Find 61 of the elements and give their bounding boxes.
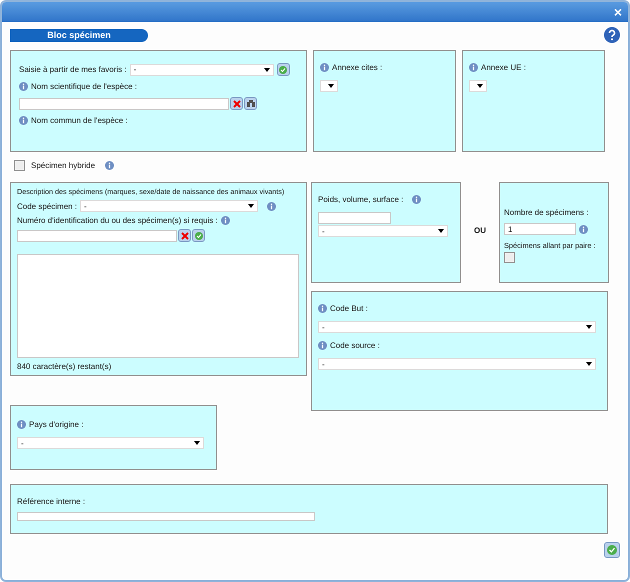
label: Nom scientifique de l'espèce : — [31, 82, 138, 91]
caret-icon — [477, 84, 483, 88]
info-icon — [412, 195, 422, 204]
info-icon — [220, 216, 230, 225]
info-icon — [19, 82, 28, 91]
scientific-name-field[interactable] — [19, 98, 229, 110]
info-icon — [19, 116, 28, 125]
label: Nombre de spécimens : — [504, 208, 590, 217]
caret-icon — [586, 362, 592, 366]
dropdown[interactable]: - — [130, 64, 274, 76]
dropdown[interactable]: - — [17, 437, 204, 449]
description-textarea[interactable] — [17, 254, 299, 358]
label: Code source : — [330, 341, 380, 350]
dropdown[interactable]: - — [80, 200, 258, 212]
dropdown[interactable]: - — [318, 358, 596, 370]
caret-icon — [248, 204, 254, 208]
apply-button[interactable] — [276, 63, 290, 76]
info-icon — [320, 63, 329, 72]
dropdown[interactable] — [320, 80, 338, 92]
quantity-field[interactable] — [318, 212, 391, 224]
label: Code spécimen : — [17, 202, 78, 210]
label: Annexe UE : — [481, 63, 526, 72]
info-icon — [318, 304, 327, 313]
add-button[interactable] — [192, 229, 205, 242]
label: Pays d'origine : — [29, 420, 84, 429]
caret-icon — [438, 229, 444, 233]
label: Saisie à partir de mes favoris : — [19, 65, 127, 74]
caret-icon — [586, 325, 592, 329]
label: Poids, volume, surface : — [318, 195, 404, 204]
info-icon — [579, 224, 588, 234]
checkbox[interactable] — [504, 252, 515, 263]
caret-icon — [264, 68, 270, 72]
info-icon — [469, 63, 478, 72]
info-icon — [267, 202, 276, 210]
binoculars-button[interactable] — [244, 97, 257, 110]
label: Spécimen hybride — [31, 161, 96, 170]
info-icon — [17, 420, 26, 429]
clear-button[interactable] — [230, 97, 243, 110]
clear-button[interactable] — [178, 229, 191, 242]
confirm-button[interactable] — [604, 542, 620, 558]
help-icon[interactable] — [604, 27, 620, 43]
label: Annexe cites : — [332, 63, 382, 72]
close-button[interactable]: × — [614, 5, 622, 19]
label: Référence interne : — [17, 497, 86, 506]
label: Code But : — [330, 304, 368, 313]
info-icon — [318, 341, 327, 350]
section-title: Bloc spécimen — [10, 28, 148, 42]
reference-field[interactable] — [17, 512, 315, 521]
dropdown[interactable]: - — [318, 225, 448, 237]
dropdown[interactable]: - — [318, 321, 596, 333]
or-label: OU — [473, 226, 487, 235]
caret-icon — [328, 84, 334, 88]
label: Numéro d'identification du ou des spécimen(s) si requis : — [17, 216, 218, 225]
info-icon — [105, 161, 114, 170]
count-field[interactable]: 1 — [504, 223, 576, 235]
checkbox[interactable] — [14, 160, 25, 171]
character-count: 840 caractère(s) restant(s) — [17, 362, 112, 371]
identification-field[interactable] — [17, 230, 177, 242]
label: Nom commun de l'espèce : — [31, 116, 128, 125]
caret-icon — [194, 441, 200, 445]
dropdown[interactable] — [469, 80, 487, 92]
